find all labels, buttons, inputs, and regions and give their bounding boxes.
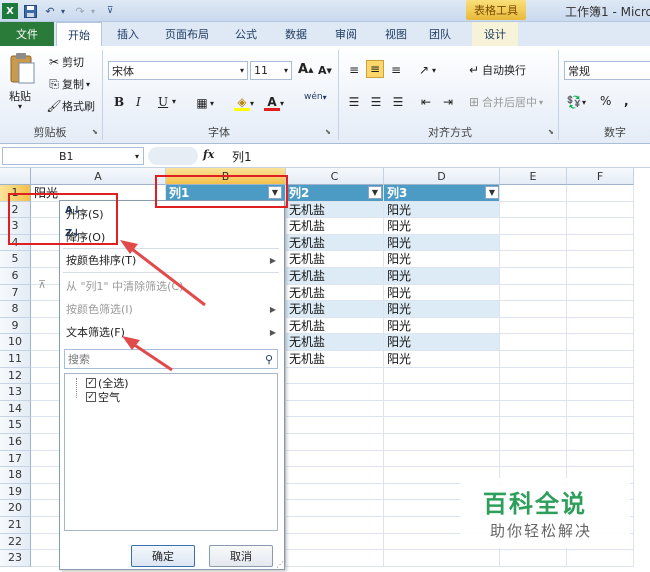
watermark-title: 百科全说 xyxy=(483,490,587,518)
arrow-to-text-filter xyxy=(122,336,173,372)
watermark-subtitle: 助你轻松解决 xyxy=(490,522,593,540)
arrow-to-sort xyxy=(120,240,206,307)
